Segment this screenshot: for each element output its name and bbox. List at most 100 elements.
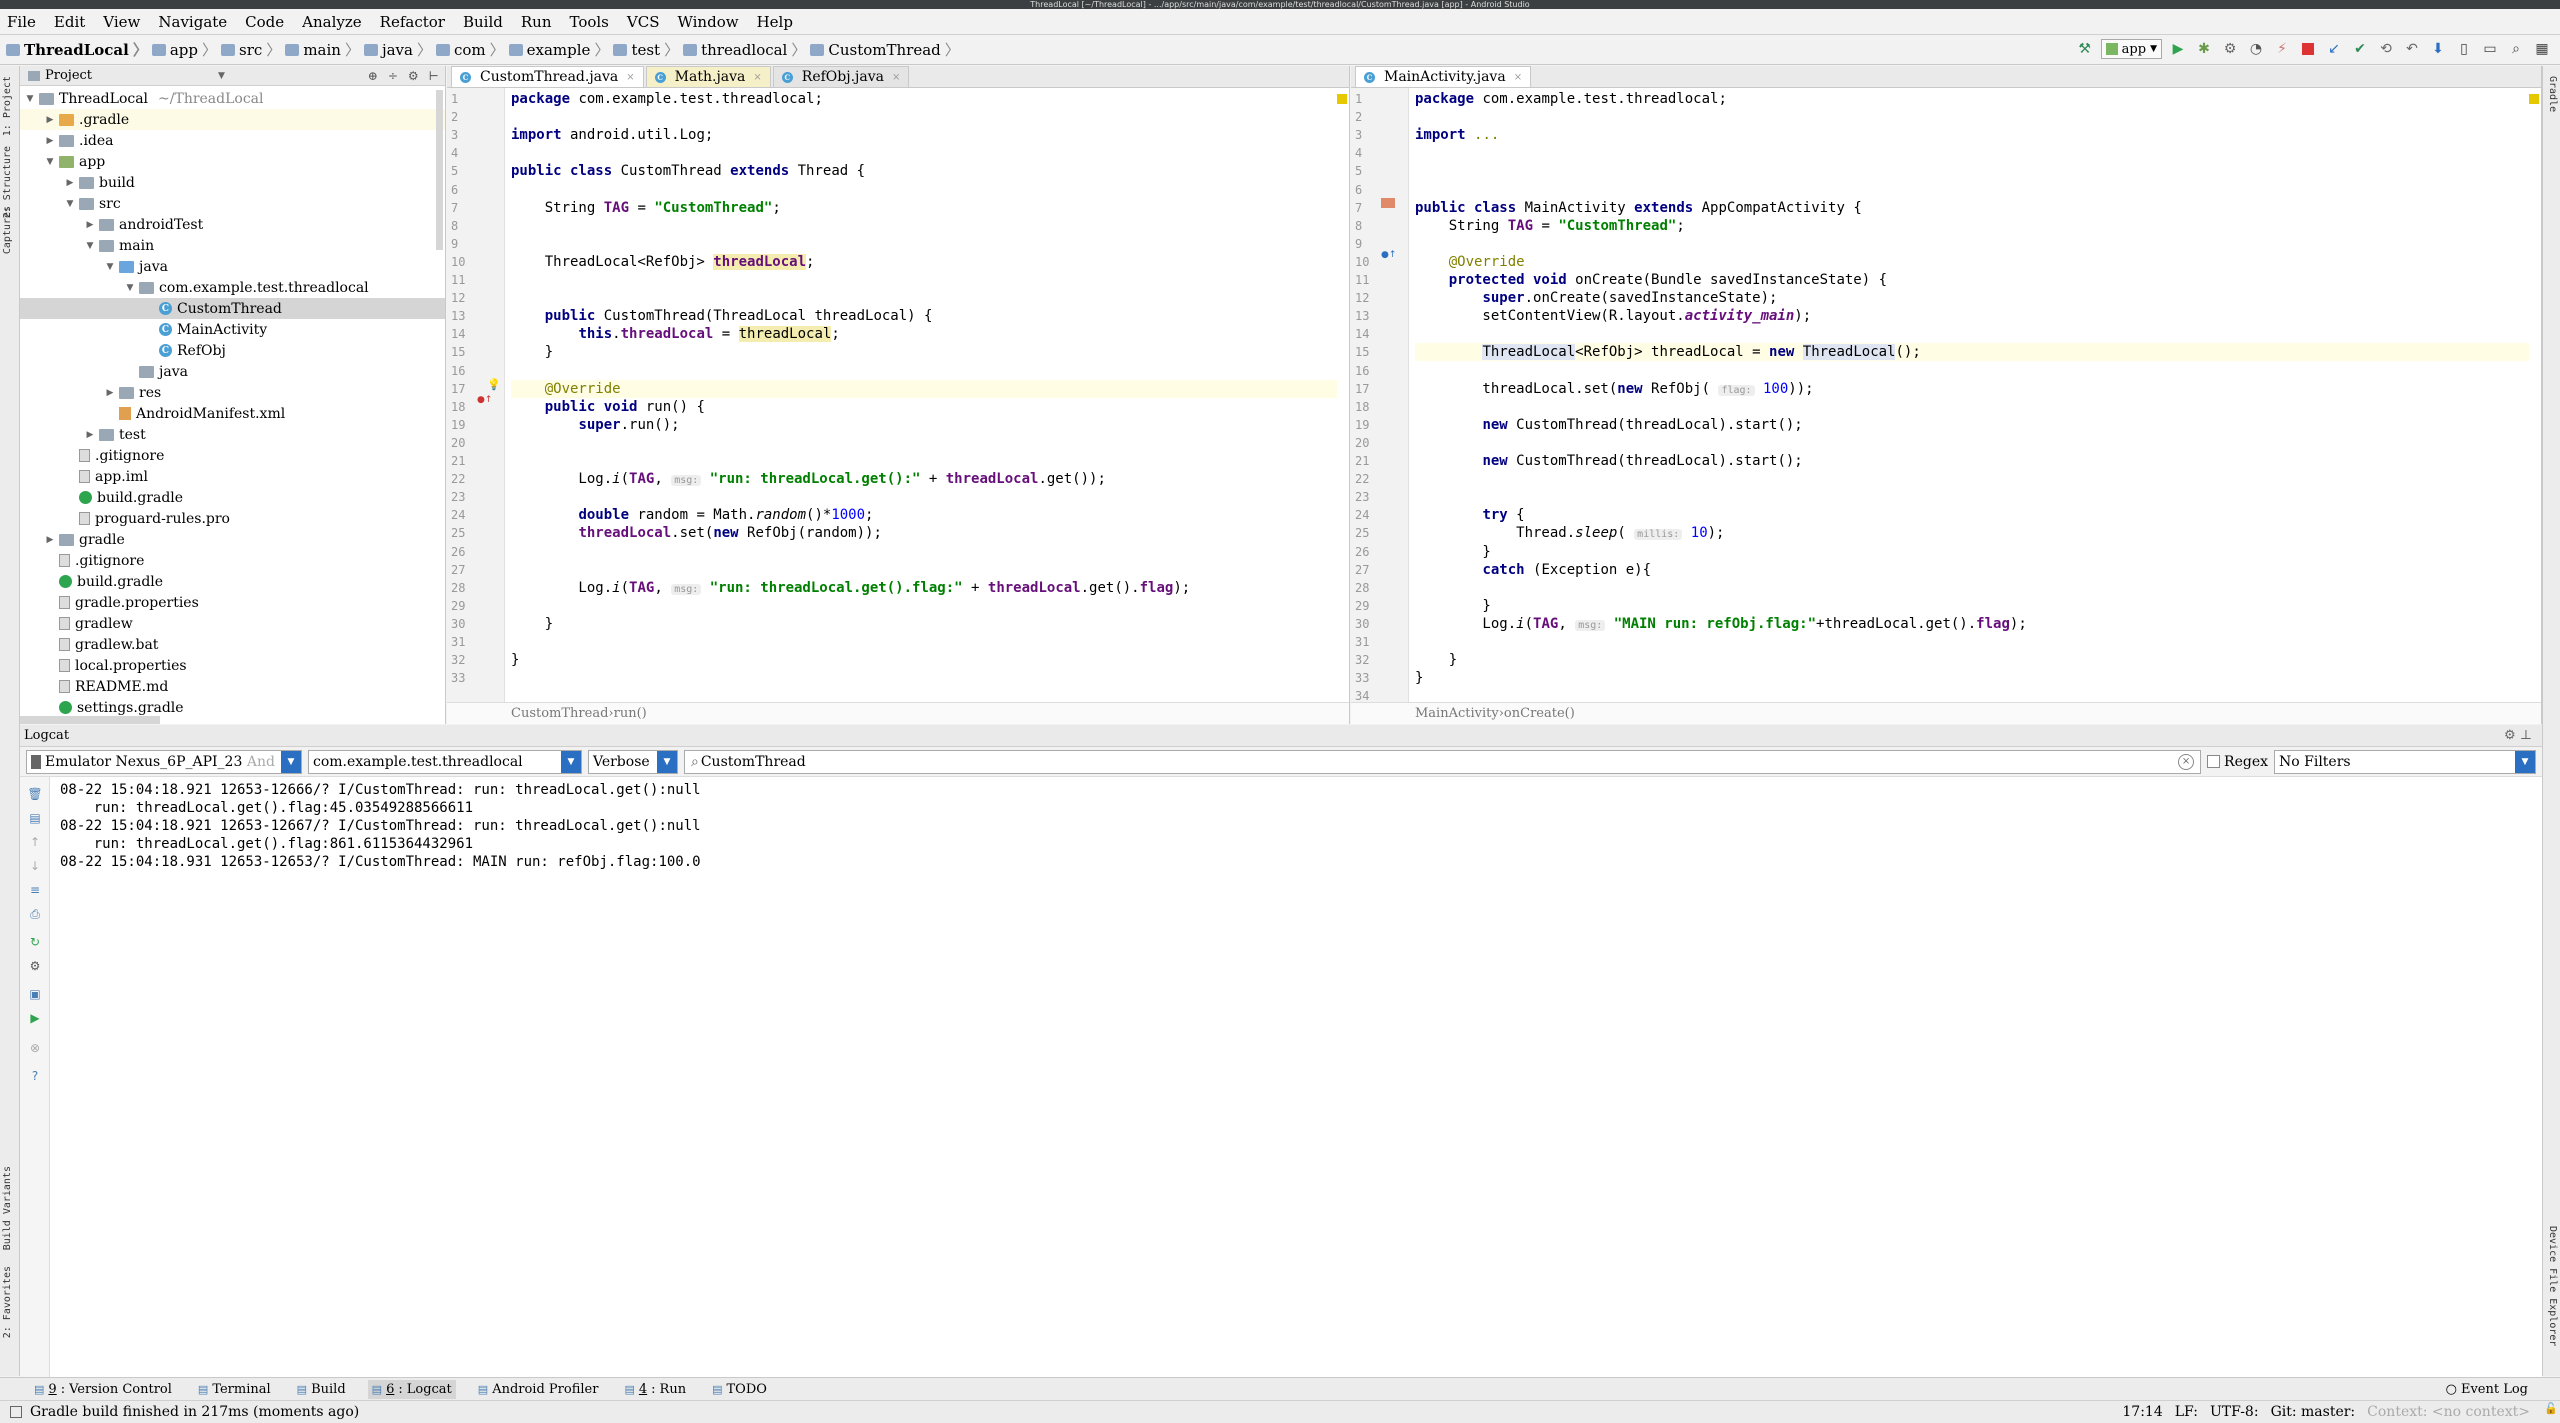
editor-breadcrumb-item[interactable]: run() bbox=[614, 706, 647, 721]
breadcrumb-item[interactable]: src 〉 bbox=[221, 39, 281, 60]
tree-node[interactable]: ▼ app bbox=[20, 151, 445, 172]
tree-node[interactable]: app.iml bbox=[20, 466, 445, 487]
horizontal-scrollbar[interactable] bbox=[20, 716, 160, 724]
profile-icon[interactable]: ◔ bbox=[2246, 39, 2266, 59]
editor-breadcrumb-item[interactable]: CustomThread bbox=[511, 706, 608, 721]
tree-node[interactable]: build.gradle bbox=[20, 571, 445, 592]
tool-window-tab-build[interactable]: ▤ Build bbox=[293, 1380, 350, 1399]
tree-node[interactable]: ▶ androidTest bbox=[20, 214, 445, 235]
lock-icon[interactable]: 🔓 bbox=[2544, 1402, 2558, 1415]
breadcrumb-item[interactable]: threadlocal 〉 bbox=[683, 39, 806, 60]
tool-tab-captures[interactable]: Captures bbox=[2, 206, 13, 254]
expanded-arrow-icon[interactable]: ▼ bbox=[124, 283, 136, 293]
hide-icon[interactable]: ⊢ bbox=[429, 69, 439, 83]
screenshot-icon[interactable]: ▣ bbox=[27, 987, 43, 1001]
run-config-select[interactable]: app ▼ bbox=[2100, 39, 2162, 59]
close-icon[interactable]: × bbox=[1514, 72, 1522, 83]
tree-node[interactable]: ▶ test bbox=[20, 424, 445, 445]
help-icon[interactable]: ? bbox=[27, 1069, 43, 1083]
layout-icon[interactable]: ▦ bbox=[2532, 39, 2552, 59]
tree-node[interactable]: C CustomThread bbox=[20, 298, 445, 319]
breadcrumb-item[interactable]: example 〉 bbox=[508, 39, 609, 60]
search-everywhere-icon[interactable]: ⌕ bbox=[2506, 39, 2526, 59]
chevron-down-icon[interactable]: ▼ bbox=[218, 71, 225, 81]
analysis-ok-icon[interactable] bbox=[2529, 94, 2539, 104]
editor-breadcrumb-item[interactable]: MainActivity bbox=[1415, 706, 1499, 721]
tree-node[interactable]: ▶ gradle bbox=[20, 529, 445, 550]
close-icon[interactable]: × bbox=[626, 72, 634, 83]
tree-node[interactable]: local.properties bbox=[20, 655, 445, 676]
tree-node[interactable]: ▼ ThreadLocal ~/ThreadLocal bbox=[20, 88, 445, 109]
menu-item-build[interactable]: Build bbox=[460, 11, 506, 33]
editor-tab[interactable]: C RefObj.java × bbox=[772, 66, 910, 87]
print-icon[interactable]: ⎙ bbox=[27, 907, 43, 921]
soft-wrap-icon[interactable]: ≡ bbox=[27, 883, 43, 897]
code-area[interactable]: package com.example.test.threadlocal; imp… bbox=[511, 88, 1337, 702]
clear-icon[interactable]: × bbox=[2178, 753, 2195, 770]
terminate-icon[interactable]: ⊗ bbox=[27, 1041, 43, 1055]
line-separator[interactable]: LF: bbox=[2175, 1404, 2198, 1420]
tool-window-tab-terminal[interactable]: ▤ Terminal bbox=[194, 1380, 275, 1399]
breadcrumb-item[interactable]: test 〉 bbox=[613, 39, 679, 60]
filter-select[interactable]: No Filters ▼ bbox=[2274, 749, 2536, 774]
menu-item-run[interactable]: Run bbox=[518, 11, 555, 33]
tree-node[interactable]: .gitignore bbox=[20, 445, 445, 466]
tree-node[interactable]: java bbox=[20, 361, 445, 382]
vcs-update-icon[interactable]: ↙ bbox=[2324, 39, 2344, 59]
tree-node[interactable]: ▼ src bbox=[20, 193, 445, 214]
expanded-arrow-icon[interactable]: ▼ bbox=[24, 94, 36, 104]
gear-icon[interactable]: ⚙ bbox=[408, 69, 419, 83]
editor-tab[interactable]: C Math.java × bbox=[645, 66, 771, 87]
make-project-icon[interactable]: ⚒ bbox=[2075, 39, 2095, 59]
expanded-arrow-icon[interactable]: ▼ bbox=[84, 241, 96, 251]
screen-record-icon[interactable]: ▶ bbox=[27, 1011, 43, 1025]
collapsed-arrow-icon[interactable]: ▶ bbox=[44, 115, 56, 125]
menu-item-view[interactable]: View bbox=[100, 11, 143, 33]
chevron-down-icon[interactable]: ▼ bbox=[657, 750, 677, 773]
breadcrumb-item[interactable]: app 〉 bbox=[151, 39, 217, 60]
menu-item-vcs[interactable]: VCS bbox=[624, 11, 663, 33]
log-level-select[interactable]: Verbose ▼ bbox=[588, 749, 678, 774]
process-select[interactable]: com.example.test.threadlocal ▼ bbox=[308, 749, 582, 774]
project-panel-title[interactable]: Project bbox=[45, 68, 92, 83]
editor-tab[interactable]: C CustomThread.java × bbox=[451, 66, 644, 87]
regex-checkbox[interactable]: Regex bbox=[2207, 754, 2268, 770]
menu-item-refactor[interactable]: Refactor bbox=[377, 11, 448, 33]
tree-node[interactable]: C RefObj bbox=[20, 340, 445, 361]
tree-node[interactable]: ▼ com.example.test.threadlocal bbox=[20, 277, 445, 298]
file-encoding[interactable]: UTF-8: bbox=[2210, 1404, 2259, 1420]
collapsed-arrow-icon[interactable]: ▶ bbox=[84, 430, 96, 440]
menu-item-help[interactable]: Help bbox=[754, 11, 796, 33]
tree-node[interactable]: ▶ .gradle bbox=[20, 109, 445, 130]
sdk-manager-icon[interactable]: ⬇ bbox=[2428, 39, 2448, 59]
sync-icon[interactable]: ⊕ bbox=[368, 69, 378, 83]
editor-breadcrumb-item[interactable]: onCreate() bbox=[1504, 706, 1575, 721]
tree-node[interactable]: README.md bbox=[20, 676, 445, 697]
chevron-down-icon[interactable]: ▼ bbox=[561, 750, 581, 773]
menu-item-window[interactable]: Window bbox=[674, 11, 741, 33]
vcs-commit-icon[interactable]: ✔ bbox=[2350, 39, 2370, 59]
vcs-history-icon[interactable]: ⟲ bbox=[2376, 39, 2396, 59]
arrow-up-icon[interactable]: ↑ bbox=[27, 835, 43, 849]
trash-icon[interactable]: 🗑 bbox=[27, 787, 43, 801]
tree-node[interactable]: C MainActivity bbox=[20, 319, 445, 340]
apply-changes-icon[interactable]: ⚡ bbox=[2272, 39, 2292, 59]
tool-tab-device-file-explorer[interactable]: Device File Explorer bbox=[2547, 1226, 2558, 1346]
menu-item-file[interactable]: File bbox=[4, 11, 39, 33]
tree-node[interactable]: gradlew bbox=[20, 613, 445, 634]
override-marker-icon[interactable]: ●↑ bbox=[1381, 250, 1396, 260]
close-icon[interactable]: × bbox=[753, 72, 761, 83]
breadcrumb-item[interactable]: CustomThread 〉 bbox=[810, 39, 960, 60]
collapsed-arrow-icon[interactable]: ▶ bbox=[104, 388, 116, 398]
collapsed-arrow-icon[interactable]: ▶ bbox=[44, 136, 56, 146]
tool-window-tab-run[interactable]: ▤ 4: Run bbox=[620, 1380, 690, 1399]
cursor-position[interactable]: 17:14 bbox=[2122, 1404, 2162, 1420]
tree-node[interactable]: gradlew.bat bbox=[20, 634, 445, 655]
revert-icon[interactable]: ↶ bbox=[2402, 39, 2422, 59]
menu-item-analyze[interactable]: Analyze bbox=[299, 11, 365, 33]
menu-item-edit[interactable]: Edit bbox=[51, 11, 88, 33]
tool-window-tab-todo[interactable]: ▤ TODO bbox=[708, 1380, 771, 1399]
restart-icon[interactable]: ↻ bbox=[27, 935, 43, 949]
code-area[interactable]: package com.example.test.threadlocal; imp… bbox=[1415, 88, 2529, 702]
chevron-down-icon[interactable]: ▼ bbox=[2515, 750, 2535, 773]
